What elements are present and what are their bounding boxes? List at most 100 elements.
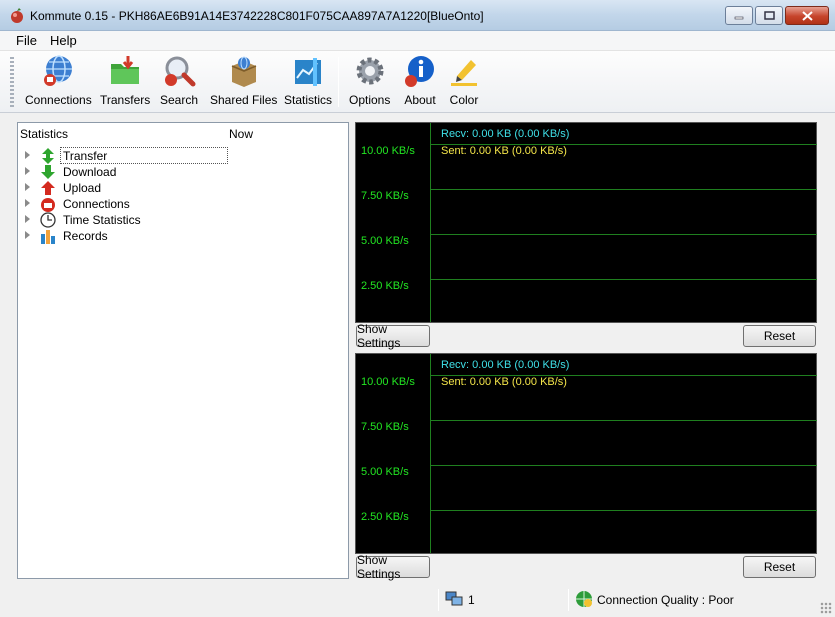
toolbar-color-label: Color xyxy=(449,93,479,107)
toolbar-shared-files-button[interactable]: Shared Files xyxy=(210,53,277,109)
tree-header: Statistics Now xyxy=(18,123,348,145)
transfer-icon xyxy=(42,148,54,164)
color-highlighter-icon xyxy=(451,60,477,86)
shared-files-box-icon xyxy=(231,56,256,87)
users-computer-icon xyxy=(445,591,463,606)
clock-icon xyxy=(40,212,56,228)
reset-button[interactable]: Reset xyxy=(743,556,816,578)
expand-arrow-icon[interactable] xyxy=(25,231,30,239)
sent-readout: Sent: 0.00 KB (0.00 KB/s) xyxy=(441,376,567,388)
recv-readout: Recv: 0.00 KB (0.00 KB/s) xyxy=(441,128,570,140)
tree-item-connections[interactable]: Connections xyxy=(18,196,348,212)
status-bar: 1 Connection Quality : Poor xyxy=(0,587,835,617)
toolbar-connections-button[interactable]: Connections xyxy=(25,53,92,109)
tree-item-label: Time Statistics xyxy=(63,213,141,227)
show-settings-button[interactable]: Show Settings xyxy=(356,322,430,350)
expand-arrow-icon[interactable] xyxy=(25,199,30,207)
menu-bar: File Help xyxy=(0,31,835,51)
toolbar-options-label: Options xyxy=(349,93,391,107)
toolbar-search-button[interactable]: Search xyxy=(160,53,198,109)
show-settings-button[interactable]: Show Settings xyxy=(356,553,430,581)
resize-grip[interactable] xyxy=(820,602,832,614)
statistics-chart-icon xyxy=(295,58,321,86)
connection-quality-text: Connection Quality : Poor xyxy=(597,593,734,607)
close-icon xyxy=(801,10,813,21)
tree-item-label: Download xyxy=(63,165,117,179)
graph-y-label: 5.00 KB/s xyxy=(361,466,409,478)
tree-item-label: Connections xyxy=(63,197,130,211)
toolbar-shared-files-label: Shared Files xyxy=(210,93,278,107)
sent-readout: Sent: 0.00 KB (0.00 KB/s) xyxy=(441,145,567,157)
toolbar-transfers-button[interactable]: Transfers xyxy=(100,53,150,109)
status-divider xyxy=(568,589,569,611)
minimize-icon xyxy=(734,16,744,19)
bandwidth-graph-bottom: 10.00 KB/s 7.50 KB/s 5.00 KB/s 2.50 KB/s… xyxy=(355,353,817,554)
graph-y-label: 10.00 KB/s xyxy=(361,376,415,388)
options-gear-icon xyxy=(356,57,384,85)
bandwidth-graph-top: 10.00 KB/s 7.50 KB/s 5.00 KB/s 2.50 KB/s… xyxy=(355,122,817,323)
toolbar-statistics-label: Statistics xyxy=(284,93,333,107)
close-button[interactable] xyxy=(785,6,829,25)
menu-file[interactable]: File xyxy=(10,32,43,50)
toolbar-options-button[interactable]: Options xyxy=(349,53,390,109)
minimize-button[interactable] xyxy=(725,6,753,25)
graph-gridline xyxy=(430,279,817,280)
toolbar-search-label: Search xyxy=(160,93,199,107)
tree-item-time-statistics[interactable]: Time Statistics xyxy=(18,212,348,228)
expand-arrow-icon[interactable] xyxy=(25,151,30,159)
records-icon xyxy=(41,230,55,244)
graph-gridline xyxy=(430,234,817,235)
about-info-icon xyxy=(405,56,434,87)
toolbar-transfers-label: Transfers xyxy=(100,93,151,107)
toolbar-color-button[interactable]: Color xyxy=(446,53,482,109)
upload-arrow-icon xyxy=(41,181,55,195)
graph-y-axis xyxy=(430,354,431,553)
toolbar-about-label: About xyxy=(404,93,436,107)
toolbar-separator xyxy=(338,57,339,107)
toolbar: Connections Transfers Search Shared File… xyxy=(0,51,835,113)
tree-item-label: Transfer xyxy=(60,147,228,164)
toolbar-grip[interactable] xyxy=(10,57,14,107)
tree-item-label: Upload xyxy=(63,181,102,195)
toolbar-about-button[interactable]: About xyxy=(402,53,438,109)
tree-item-records[interactable]: Records xyxy=(18,228,348,244)
tree-item-download[interactable]: Download xyxy=(18,164,348,180)
graph-y-label: 7.50 KB/s xyxy=(361,190,409,202)
graph-gridline xyxy=(430,189,817,190)
tree-item-label: Records xyxy=(63,229,108,243)
expand-arrow-icon[interactable] xyxy=(25,167,30,175)
search-magnifier-icon xyxy=(165,56,196,87)
connections-icon xyxy=(41,198,55,212)
maximize-button[interactable] xyxy=(755,6,783,25)
maximize-icon xyxy=(763,11,775,20)
window-title: Kommute 0.15 - PKH86AE6B91A14E3742228C80… xyxy=(30,9,484,23)
download-arrow-icon xyxy=(41,165,55,179)
column-header-statistics[interactable]: Statistics xyxy=(20,127,68,141)
graph-gridline xyxy=(430,420,817,421)
toolbar-statistics-button[interactable]: Statistics xyxy=(284,53,332,109)
recv-readout: Recv: 0.00 KB (0.00 KB/s) xyxy=(441,359,570,371)
column-header-now[interactable]: Now xyxy=(229,127,253,141)
connections-globe-icon xyxy=(44,55,73,86)
title-bar[interactable]: Kommute 0.15 - PKH86AE6B91A14E3742228C80… xyxy=(0,0,835,31)
tree-item-transfer[interactable]: Transfer xyxy=(18,147,348,164)
status-divider xyxy=(438,589,439,611)
graph-y-label: 5.00 KB/s xyxy=(361,235,409,247)
connection-quality-globe-icon xyxy=(576,591,592,607)
tree-item-upload[interactable]: Upload xyxy=(18,180,348,196)
graph-gridline xyxy=(430,510,817,511)
app-logo-icon xyxy=(11,8,23,23)
expand-arrow-icon[interactable] xyxy=(25,183,30,191)
menu-help[interactable]: Help xyxy=(44,32,83,50)
graph-y-label: 2.50 KB/s xyxy=(361,511,409,523)
toolbar-connections-label: Connections xyxy=(25,93,92,107)
graph-y-label: 10.00 KB/s xyxy=(361,145,415,157)
user-count: 1 xyxy=(468,593,475,607)
transfers-folder-icon xyxy=(111,56,140,84)
graph-y-label: 2.50 KB/s xyxy=(361,280,409,292)
graph-y-axis xyxy=(430,123,431,322)
reset-button[interactable]: Reset xyxy=(743,325,816,347)
statistics-tree[interactable]: Statistics Now Transfer Download Upload … xyxy=(17,122,349,579)
graph-y-label: 7.50 KB/s xyxy=(361,421,409,433)
expand-arrow-icon[interactable] xyxy=(25,215,30,223)
